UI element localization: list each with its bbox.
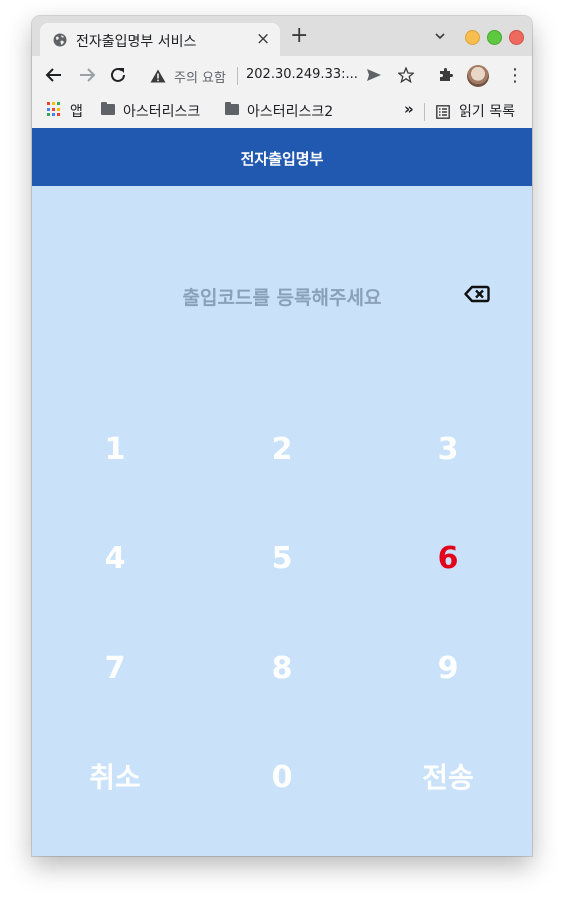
warning-icon[interactable] [150,69,166,83]
bookmarks-bar: 앱 아스터리스크 아스터리스크2 » 읽기 목록 [32,96,532,129]
bookmark-apps[interactable]: 앱 [70,101,83,121]
more-menu-icon[interactable]: ⋮ [506,67,524,85]
security-warning-label[interactable]: 주의 요함 [174,67,226,86]
key-5[interactable]: 5 [222,524,342,594]
tab-title: 전자출입명부 서비스 [76,34,197,50]
close-window-button[interactable] [509,30,524,45]
globe-icon [53,33,67,47]
bookmarks-divider [424,103,425,121]
key-0[interactable]: 0 [222,743,342,813]
key-6[interactable]: 6 [388,524,508,594]
back-arrow-icon[interactable] [45,66,63,84]
bookmark-reading-list[interactable]: 읽기 목록 [459,101,515,121]
extensions-puzzle-icon[interactable] [438,67,454,83]
tab-strip: 전자출입명부 서비스 × + [32,16,532,56]
bookmark-folder-2[interactable]: 아스터리스크2 [247,101,333,121]
submit-button[interactable]: 전송 [388,743,508,813]
close-tab-icon[interactable]: × [256,30,270,48]
key-7[interactable]: 7 [55,634,175,704]
key-1[interactable]: 1 [55,415,175,485]
key-9[interactable]: 9 [388,634,508,704]
bookmark-folder-1[interactable]: 아스터리스크 [123,101,200,121]
bookmarks-overflow-button[interactable]: » [404,100,414,118]
code-input-display: 출입코드를 등록해주세요 [182,287,382,309]
cancel-button[interactable]: 취소 [55,743,175,813]
browser-tab[interactable]: 전자출입명부 서비스 × [40,23,280,56]
send-icon[interactable] [366,67,382,83]
chevron-down-icon[interactable] [434,30,446,42]
browser-toolbar: 주의 요함 202.30.249.33:... ⋮ [32,56,532,96]
key-4[interactable]: 4 [55,524,175,594]
folder-icon [225,102,239,115]
app-header: 전자출입명부 [32,128,532,186]
browser-window: 전자출입명부 서비스 × + 주의 요함 202.30.249.33:... ⋮… [32,16,532,856]
forward-arrow-icon[interactable] [78,66,96,84]
key-3[interactable]: 3 [388,415,508,485]
backspace-icon[interactable] [464,285,490,303]
key-2[interactable]: 2 [222,415,342,485]
apps-grid-icon[interactable] [47,102,62,117]
address-divider [237,67,238,85]
address-bar[interactable]: 202.30.249.33:... [246,67,358,82]
zoom-button[interactable] [487,30,502,45]
reading-list-icon[interactable] [436,105,450,119]
profile-avatar[interactable] [467,65,489,87]
minimize-button[interactable] [465,30,480,45]
key-8[interactable]: 8 [222,634,342,704]
star-icon[interactable] [398,67,414,83]
folder-icon [101,102,115,115]
new-tab-button[interactable]: + [290,25,308,47]
reload-icon[interactable] [109,66,127,84]
keypad-panel: 출입코드를 등록해주세요 1 2 3 4 5 6 7 8 9 취소 0 전송 [32,186,532,856]
page-title: 전자출입명부 [240,150,324,168]
